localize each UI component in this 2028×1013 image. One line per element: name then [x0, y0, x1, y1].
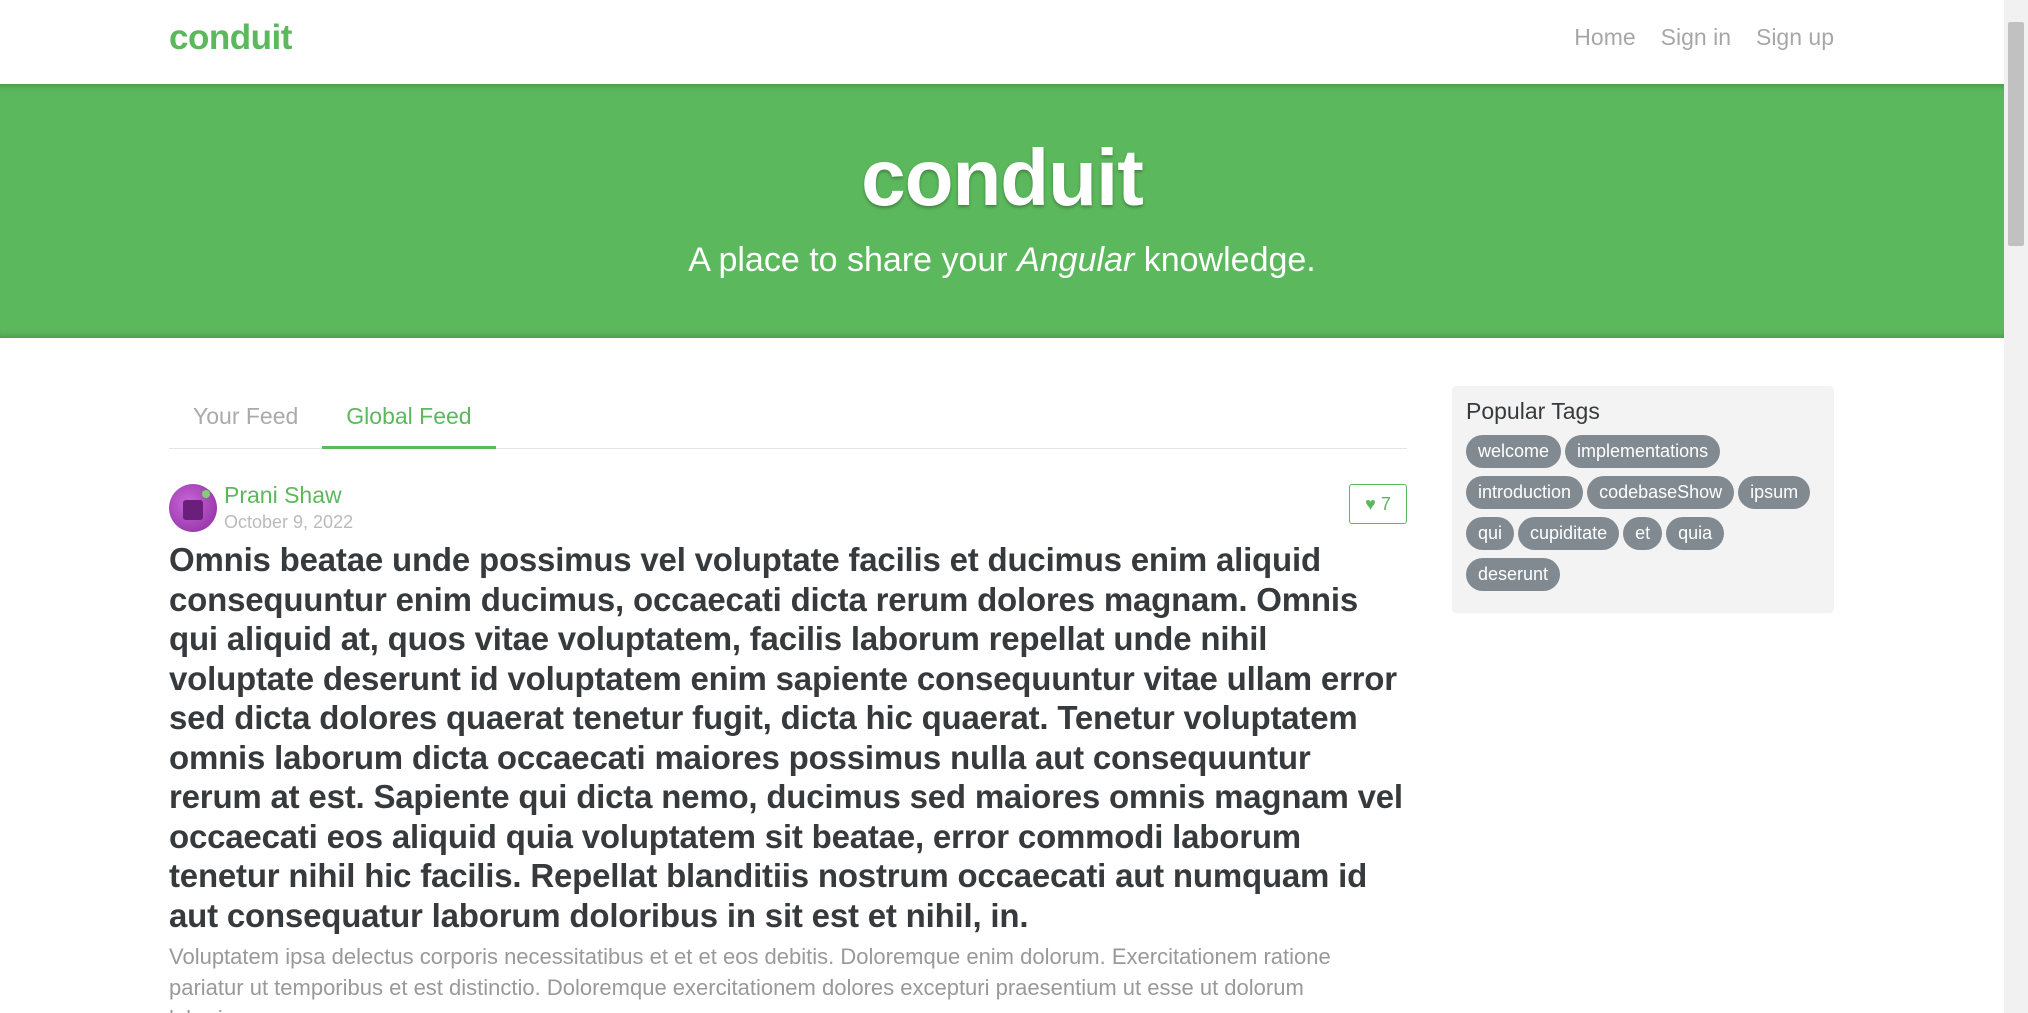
top-navbar: conduit Home Sign in Sign up [0, 0, 2004, 84]
banner-subtitle-after: knowledge. [1134, 241, 1316, 279]
article-date: October 9, 2022 [224, 512, 354, 532]
nav-link-home[interactable]: Home [1574, 24, 1635, 51]
tag-pill[interactable]: implementations [1565, 435, 1721, 468]
tag-pill[interactable]: codebaseShow [1587, 476, 1735, 509]
feed-tabs: Your Feed Global Feed [169, 385, 1407, 449]
article-description: Voluptatem ipsa delectus corporis necess… [169, 944, 1331, 1013]
tab-your-feed[interactable]: Your Feed [169, 385, 322, 449]
tag-pill[interactable]: deserunt [1466, 558, 1561, 591]
banner-subtitle-emphasis: Angular [1017, 241, 1135, 279]
author-avatar[interactable] [169, 484, 217, 532]
tag-pill[interactable]: introduction [1466, 476, 1584, 509]
sidebar-title: Popular Tags [1466, 398, 1600, 424]
tag-pill[interactable]: cupiditate [1518, 517, 1620, 550]
scrollbar-thumb[interactable] [2008, 22, 2024, 246]
avatar-decoration [202, 490, 210, 498]
tag-pill[interactable]: et [1623, 517, 1663, 550]
nav-link-sign-up[interactable]: Sign up [1756, 24, 1834, 51]
tag-pill[interactable]: ipsum [1738, 476, 1811, 509]
tab-global-feed[interactable]: Global Feed [322, 385, 496, 449]
article-preview: Prani Shaw October 9, 2022 ♥ 7 Omnis bea… [169, 482, 1407, 1013]
tag-pill[interactable]: qui [1466, 517, 1515, 550]
banner-subtitle-before: A place to share your [688, 241, 1018, 279]
vertical-scrollbar[interactable] [2004, 0, 2028, 1013]
favorite-button[interactable]: ♥ 7 [1349, 484, 1407, 524]
tag-pill[interactable]: welcome [1466, 435, 1562, 468]
nav-link-sign-in[interactable]: Sign in [1661, 24, 1731, 51]
popular-tags-sidebar: Popular Tags welcome implementations int… [1452, 386, 1834, 613]
article-meta: Prani Shaw October 9, 2022 ♥ 7 [169, 482, 1407, 540]
nav-links: Home Sign in Sign up [1574, 24, 1834, 51]
article-title[interactable]: Omnis beatae unde possimus vel voluptate… [169, 540, 1407, 935]
favorite-count: 7 [1380, 493, 1391, 514]
tag-pill[interactable]: quia [1666, 517, 1725, 550]
tag-list: welcome implementations introduction cod… [1466, 435, 1820, 591]
banner-title: conduit [861, 133, 1144, 222]
banner-subtitle: A place to share your Angular knowledge. [0, 240, 2004, 281]
hero-banner: conduit A place to share your Angular kn… [0, 84, 2004, 338]
brand-logo-link[interactable]: conduit [169, 18, 292, 58]
heart-icon: ♥ [1365, 494, 1376, 514]
author-name-link[interactable]: Prani Shaw [224, 482, 342, 509]
